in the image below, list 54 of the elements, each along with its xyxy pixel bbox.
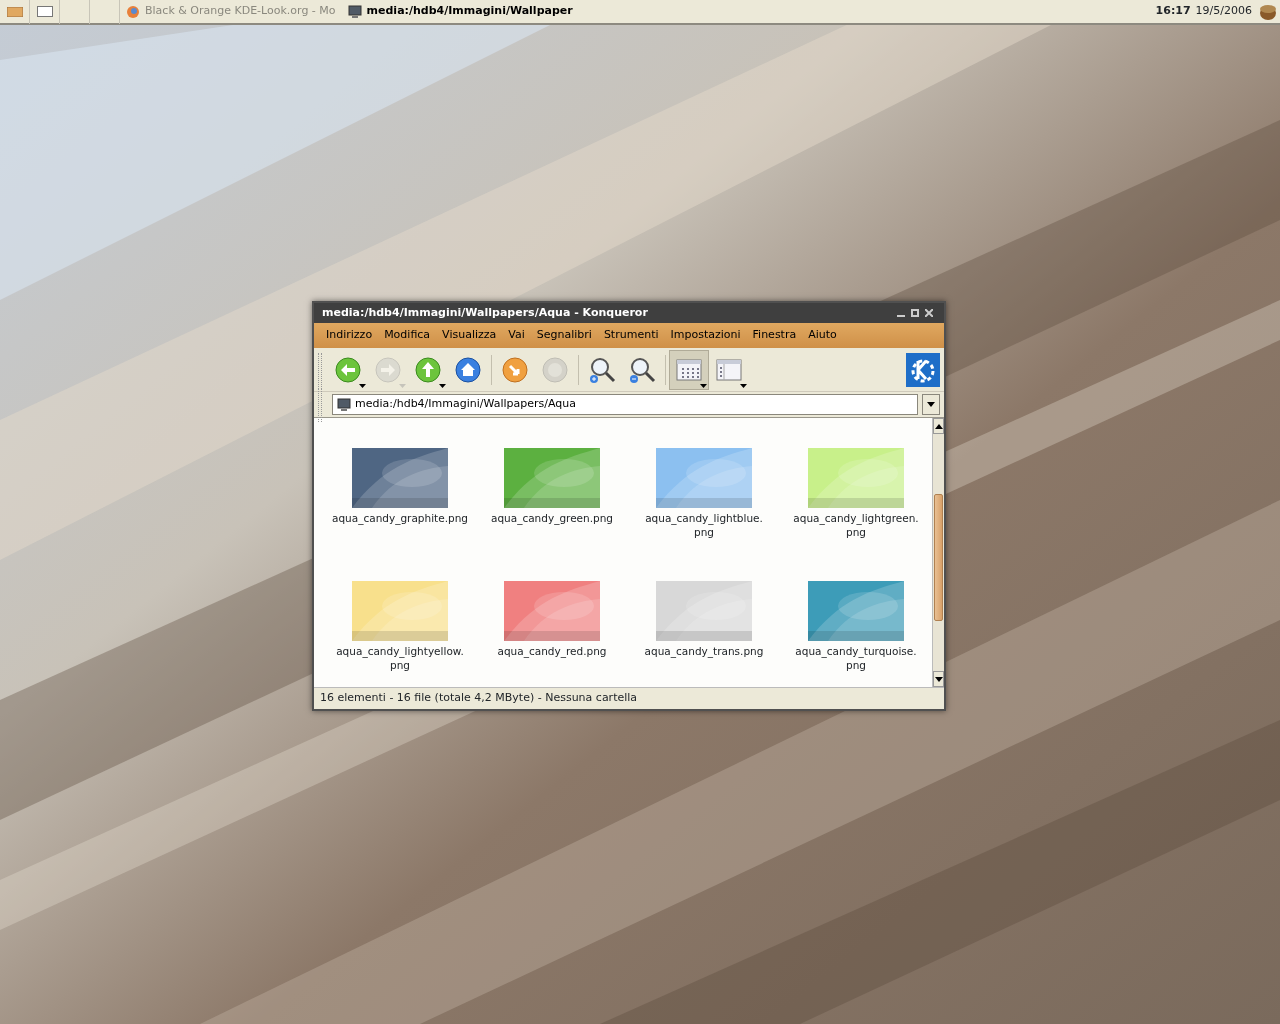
caret-icon	[934, 423, 943, 429]
close-button[interactable]	[922, 306, 936, 320]
zoom-in-icon	[588, 355, 616, 384]
file-name[interactable]: aqua_candy_red.png	[484, 644, 620, 658]
back-icon	[334, 355, 362, 384]
file-name[interactable]: aqua_candy_green.png	[484, 511, 620, 525]
file-name[interactable]: aqua_candy_lightgreen.png	[788, 511, 924, 539]
caret-icon	[934, 676, 943, 682]
status-text: 16 elementi - 16 file (totale 4,2 MByte) - Nessuna cartella	[320, 690, 638, 707]
maximize-button[interactable]	[908, 306, 922, 320]
caret-icon	[927, 402, 935, 407]
menu-item[interactable]: Vai	[502, 327, 531, 344]
clock-time: 16:17	[1155, 3, 1191, 20]
file-name[interactable]: aqua_candy_turquoise.png	[788, 644, 924, 672]
caret-icon	[740, 383, 747, 388]
location-field[interactable]: media:/hdb4/Immagini/Wallpapers/Aqua	[332, 394, 918, 415]
folder-icon[interactable]	[6, 6, 23, 17]
monitor-icon	[337, 398, 351, 411]
menu-item[interactable]: Strumenti	[597, 327, 665, 344]
close-icon	[925, 309, 933, 317]
scroll-down-button[interactable]	[933, 671, 944, 687]
window-title: media:/hdb4/Immagini/Wallpapers/Aqua - Konqueror	[322, 304, 649, 321]
file-name[interactable]: aqua_candy_graphite.png	[332, 511, 468, 525]
caret-icon	[700, 383, 707, 388]
scroll-up-button[interactable]	[933, 418, 944, 434]
kde-logo[interactable]	[906, 352, 940, 387]
menu-item[interactable]: Finestra	[746, 327, 803, 344]
forward-icon	[374, 355, 402, 384]
file-name[interactable]: aqua_candy_lightblue.png	[636, 511, 772, 539]
menu-item[interactable]: Visualizza	[436, 327, 503, 344]
caret-icon	[359, 383, 366, 388]
monitor-icon	[347, 5, 362, 18]
file-name[interactable]: aqua_candy_lightyellow.png	[332, 644, 468, 672]
stop-icon	[541, 355, 569, 384]
caret-icon	[439, 383, 446, 388]
reload-icon	[501, 355, 529, 384]
icon-view-button[interactable]	[669, 349, 709, 390]
menu-item[interactable]: Indirizzo	[320, 327, 379, 344]
scrollbar-thumb[interactable]	[934, 494, 943, 621]
zoom-out-icon	[628, 355, 656, 384]
menu-item[interactable]: Impostazioni	[664, 327, 747, 344]
dropdown-button[interactable]	[922, 394, 940, 415]
home-icon	[454, 355, 482, 384]
maximize-icon	[911, 309, 919, 317]
up-icon	[414, 355, 442, 384]
menu-item[interactable]: Aiuto	[802, 327, 843, 344]
clock-date: 19/5/2006	[1195, 3, 1252, 20]
menu-item[interactable]: Segnalibri	[530, 327, 598, 344]
desktop-pager-icon[interactable]	[36, 5, 53, 18]
file-name[interactable]: aqua_candy_trans.png	[636, 644, 772, 658]
globe-icon	[126, 4, 140, 19]
caret-icon	[399, 383, 406, 388]
menu-item[interactable]: Modifica	[378, 327, 437, 344]
taskbar-button[interactable]: media:/hdb4/Immagini/Wallpaper	[341, 0, 579, 24]
